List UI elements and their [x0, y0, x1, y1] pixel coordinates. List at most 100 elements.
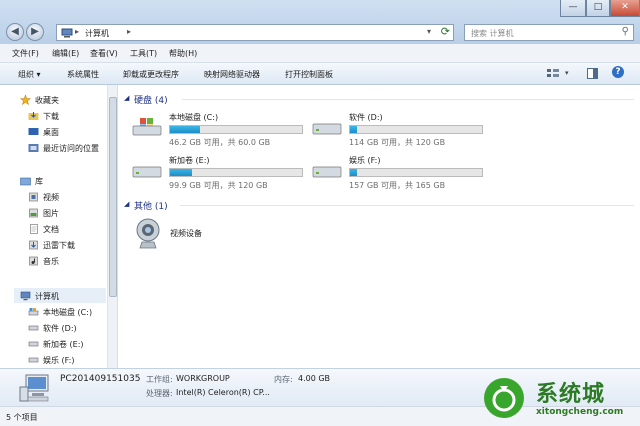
- menu-edit[interactable]: 编辑(E): [52, 48, 79, 59]
- processor-value: Intel(R) Celeron(R) CP...: [176, 388, 270, 397]
- nav-recent-label: 最近访问的位置: [43, 143, 99, 153]
- nav-drive-c[interactable]: 本地磁盘 (C:): [28, 305, 92, 319]
- collapse-group-icon[interactable]: ◢: [124, 200, 129, 208]
- menu-view[interactable]: 查看(V): [90, 48, 118, 59]
- drive-tile-d[interactable]: 软件 (D:) 114 GB 可用，共 120 GB: [312, 112, 492, 150]
- workgroup-label: 工作组:: [146, 375, 173, 384]
- view-options-dropdown-icon[interactable]: ▾: [565, 69, 569, 77]
- pc-name: PC201409151035: [60, 374, 141, 384]
- nav-downloads[interactable]: 下载: [28, 109, 59, 123]
- pictures-library-icon: [29, 208, 38, 218]
- nav-documents[interactable]: 文档: [28, 222, 59, 236]
- address-dropdown-icon[interactable]: ▾: [427, 27, 431, 36]
- menu-help[interactable]: 帮助(H): [169, 48, 197, 59]
- command-bar: 组织 ▾ 系统属性 卸载或更改程序 映射网络驱动器 打开控制面板 ▾ ?: [0, 63, 640, 85]
- drive-d-usage-bar: [349, 125, 483, 134]
- search-icon[interactable]: ⚲: [622, 26, 629, 37]
- map-network-drive-button[interactable]: 映射网络驱动器: [204, 69, 260, 80]
- drive-tile-c[interactable]: 本地磁盘 (C:) 46.2 GB 可用，共 60.0 GB: [132, 112, 312, 150]
- watermark-brand: 系统城: [536, 382, 606, 407]
- memory-value: 4.00 GB: [298, 374, 331, 383]
- nav-recent[interactable]: 最近访问的位置: [28, 141, 99, 155]
- preview-pane-icon[interactable]: [587, 68, 598, 79]
- organize-button[interactable]: 组织 ▾: [18, 69, 41, 80]
- system-drive-icon: [28, 308, 39, 316]
- refresh-icon[interactable]: ⟳: [441, 25, 450, 38]
- computer-large-icon: [19, 374, 49, 402]
- xunlei-downloads-icon: [29, 240, 38, 250]
- site-watermark: 系统城 xitongcheng.com: [482, 374, 640, 426]
- breadcrumb-computer[interactable]: 计算机: [85, 28, 109, 39]
- nav-drive-e[interactable]: 新加卷 (E:): [28, 337, 84, 351]
- recent-places-icon: [28, 144, 39, 152]
- collapse-group-icon[interactable]: ◢: [124, 94, 129, 102]
- nav-music-label: 音乐: [43, 256, 59, 266]
- processor-label: 处理器:: [146, 389, 173, 398]
- nav-music[interactable]: 音乐: [28, 254, 59, 268]
- back-arrow-icon: ◀: [11, 26, 19, 37]
- nav-pictures[interactable]: 图片: [28, 206, 59, 220]
- computer-icon: [20, 291, 31, 301]
- workgroup-value: WORKGROUP: [176, 374, 230, 383]
- drive-e-name: 新加卷 (E:): [169, 156, 210, 165]
- address-bar[interactable]: ▸ 计算机 ▸ ▾ ⟳: [56, 24, 454, 41]
- drive-c-usage-bar: [169, 125, 303, 134]
- forward-button[interactable]: ▶: [26, 23, 44, 41]
- webcam-icon: [136, 218, 160, 249]
- drive-f-usage-bar: [349, 168, 483, 177]
- breadcrumb-chevron-icon[interactable]: ▸: [127, 27, 131, 36]
- navigation-pane: 收藏夹 下载 桌面 最近访问的位置 库 视频 图片 文档 迅雷下载 音乐 计算机: [0, 85, 118, 368]
- documents-library-icon: [30, 224, 38, 234]
- nav-pictures-label: 图片: [43, 208, 59, 218]
- music-library-icon: [29, 256, 38, 266]
- group-divider: [182, 99, 634, 100]
- video-device-tile[interactable]: 视频设备: [134, 218, 254, 250]
- group-header-other[interactable]: 其他 (1): [134, 199, 168, 212]
- help-icon[interactable]: ?: [612, 66, 624, 78]
- forward-arrow-icon: ▶: [31, 26, 39, 37]
- nav-drive-d-label: 软件 (D:): [43, 323, 77, 333]
- nav-favorites[interactable]: 收藏夹: [20, 93, 59, 107]
- nav-drive-e-label: 新加卷 (E:): [43, 339, 84, 349]
- title-bar: ◀ ▶ ▸ 计算机 ▸ ▾ ⟳ 搜索 计算机 ⚲ — □ ✕: [0, 0, 640, 44]
- uninstall-program-button[interactable]: 卸载或更改程序: [123, 69, 179, 80]
- search-input[interactable]: 搜索 计算机 ⚲: [464, 24, 634, 41]
- nav-xunlei[interactable]: 迅雷下载: [28, 238, 75, 252]
- menu-tools[interactable]: 工具(T): [130, 48, 157, 59]
- drive-d-usage-fill: [350, 126, 357, 133]
- close-button[interactable]: ✕: [610, 0, 640, 17]
- nav-drive-c-label: 本地磁盘 (C:): [43, 307, 93, 317]
- nav-favorites-label: 收藏夹: [35, 95, 59, 105]
- hard-drive-icon: [28, 341, 39, 347]
- open-control-panel-button[interactable]: 打开控制面板: [285, 69, 333, 80]
- drive-c-free-space: 46.2 GB 可用，共 60.0 GB: [169, 138, 271, 147]
- system-properties-button[interactable]: 系统属性: [67, 69, 99, 80]
- hard-drive-icon: [28, 325, 39, 331]
- nav-videos[interactable]: 视频: [28, 190, 59, 204]
- back-button[interactable]: ◀: [6, 23, 24, 41]
- menu-bar: 文件(F) 编辑(E) 查看(V) 工具(T) 帮助(H): [0, 44, 640, 63]
- minimize-button[interactable]: —: [560, 0, 586, 17]
- search-placeholder: 搜索 计算机: [471, 29, 514, 38]
- change-view-icon[interactable]: [547, 69, 559, 79]
- nav-drive-d[interactable]: 软件 (D:): [28, 321, 77, 335]
- system-drive-icon: [132, 118, 162, 136]
- group-header-hard-disks[interactable]: 硬盘 (4): [134, 93, 168, 106]
- nav-libraries-label: 库: [35, 176, 43, 186]
- drive-tile-f[interactable]: 娱乐 (F:) 157 GB 可用，共 165 GB: [312, 155, 492, 193]
- nav-downloads-label: 下载: [43, 111, 59, 121]
- menu-file[interactable]: 文件(F): [12, 48, 39, 59]
- drive-f-usage-fill: [350, 169, 357, 176]
- nav-drive-f[interactable]: 娱乐 (F:): [28, 353, 74, 367]
- nav-scrollbar[interactable]: [107, 85, 117, 368]
- nav-libraries[interactable]: 库: [20, 174, 43, 188]
- nav-computer[interactable]: 计算机: [20, 289, 59, 303]
- nav-scrollbar-thumb[interactable]: [109, 97, 117, 297]
- maximize-button[interactable]: □: [586, 0, 610, 17]
- nav-drive-f-label: 娱乐 (F:): [43, 355, 75, 365]
- drive-tile-e[interactable]: 新加卷 (E:) 99.9 GB 可用，共 120 GB: [132, 155, 312, 193]
- minimize-icon: —: [568, 2, 578, 12]
- breadcrumb-separator-icon: ▸: [75, 27, 80, 36]
- nav-desktop[interactable]: 桌面: [28, 125, 59, 139]
- nav-xunlei-label: 迅雷下载: [43, 240, 75, 250]
